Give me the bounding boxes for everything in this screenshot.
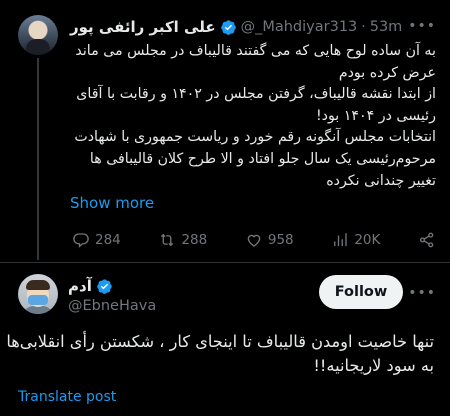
- tweet-text-line: از ابتدا نقشه قالیباف، گرفتن مجلس در ۱۴۰…: [76, 86, 436, 103]
- tweet-text-line: به سود لاریجانیه!!: [313, 356, 434, 375]
- translate-post-link[interactable]: Translate post: [18, 389, 116, 405]
- views-chart-icon: [334, 233, 347, 246]
- separator-dot: ·: [361, 19, 366, 35]
- heart-icon: [247, 234, 261, 247]
- retweet-icon: [161, 233, 174, 247]
- display-name[interactable]: آدم: [68, 277, 92, 295]
- retweet-button[interactable]: 288: [158, 231, 207, 249]
- tweet-text: تنها خاصیت اومدن قالیباف تا اینجای کار ،…: [6, 330, 434, 378]
- tweet-reply[interactable]: آدم @EbneHava Follow ••• تنها خاصیت اومد…: [0, 263, 450, 416]
- verified-badge-icon: [220, 19, 236, 35]
- avatar[interactable]: [18, 15, 58, 55]
- like-count: 958: [267, 232, 294, 248]
- tweet-text-line: مرحوم‌رئیسی یک سال جلو افتاد و الا طرح ک…: [89, 150, 436, 167]
- tweet-main[interactable]: علی اکبر رائفی پور @_Mahdiyar313 · 53m •…: [0, 0, 450, 262]
- action-bar: 284 288 958 20K: [72, 230, 436, 250]
- views-button[interactable]: 20K: [331, 231, 380, 249]
- view-count: 20K: [354, 232, 381, 248]
- more-options-icon[interactable]: •••: [408, 285, 436, 301]
- tweet-header: علی اکبر رائفی پور @_Mahdiyar313 · 53m: [70, 16, 438, 38]
- tweet-text-line: به آن ساده لوح هایی که می گفتند قالیباف …: [75, 43, 436, 59]
- tweet-text-line: رئیسی در ۱۴۰۴ بود!: [315, 107, 436, 124]
- tweet-text-line: تنها خاصیت اومدن قالیباف تا اینجای کار ،…: [6, 332, 434, 351]
- reply-count: 284: [95, 232, 121, 248]
- follow-button[interactable]: Follow: [319, 275, 403, 309]
- retweet-count: 288: [181, 232, 208, 248]
- display-name[interactable]: علی اکبر رائفی پور: [70, 18, 216, 36]
- thread-connector: [37, 58, 39, 260]
- like-button[interactable]: 958: [245, 231, 294, 249]
- reply-button[interactable]: 284: [72, 231, 121, 249]
- avatar[interactable]: [18, 274, 58, 314]
- tweet-text-line: عرض کرده بودم: [338, 64, 436, 81]
- reply-icon: [73, 233, 89, 248]
- handle[interactable]: @EbneHava: [68, 298, 156, 314]
- handle[interactable]: @_Mahdiyar313: [241, 19, 358, 35]
- verified-badge-icon: [97, 278, 112, 294]
- share-icon: [419, 232, 434, 248]
- tweet-header: آدم: [68, 277, 113, 295]
- show-more-link[interactable]: Show more: [70, 194, 154, 212]
- more-options-icon[interactable]: •••: [408, 18, 436, 34]
- timestamp[interactable]: 53m: [370, 19, 403, 35]
- share-button[interactable]: [418, 231, 436, 249]
- tweet-text-line: تغییر چندانی نکرده: [326, 172, 436, 189]
- tweet-text-line: انتخابات مجلس آنگونه رقم خورد و ریاست جم…: [74, 129, 436, 146]
- tweet-text: به آن ساده لوح هایی که می گفتند قالیباف …: [68, 41, 436, 192]
